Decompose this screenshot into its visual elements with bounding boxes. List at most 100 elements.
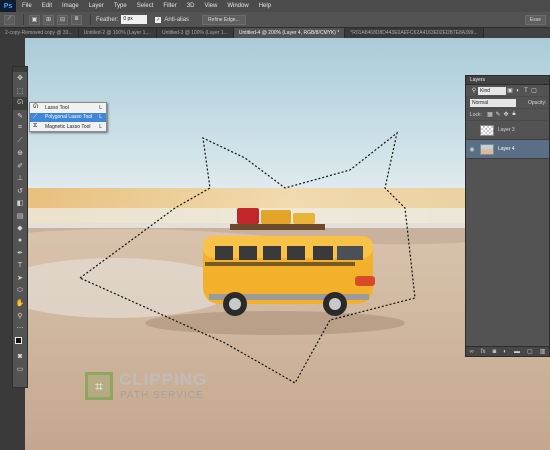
flyout-item-shortcut: L	[99, 104, 102, 111]
lock-transparent-icon[interactable]: ▦	[486, 111, 494, 118]
hand-tool-icon[interactable]: ✋	[13, 297, 27, 310]
menu-layer[interactable]: Layer	[89, 3, 104, 9]
menu-help[interactable]: Help	[259, 3, 271, 9]
layers-panel: Layers ⚲ Kind ▣ ◐ T ▢ Normal Opacity: Lo…	[465, 75, 550, 357]
flyout-item-polygonal-lasso[interactable]: ⟋ Polygonal Lasso Tool L	[30, 112, 106, 122]
crop-logo-icon: ⌗	[85, 372, 113, 400]
clone-stamp-tool-icon[interactable]: ⊥	[13, 172, 27, 185]
layers-blend-row: Normal Opacity:	[466, 97, 549, 109]
flyout-item-label: Lasso Tool	[45, 104, 69, 111]
polygonal-lasso-icon: ⟋	[33, 113, 38, 120]
watermark: ⌗ CLIPPING PATH SERVICE	[85, 370, 215, 406]
flyout-item-shortcut: L	[99, 114, 102, 121]
delete-layer-icon[interactable]: ▥	[540, 348, 546, 355]
options-divider	[90, 14, 91, 25]
add-mask-icon[interactable]: ◙	[493, 349, 497, 355]
layers-filter-row: ⚲ Kind ▣ ◐ T ▢	[466, 85, 549, 97]
menu-edit[interactable]: Edit	[42, 3, 52, 9]
lasso-tool-icon[interactable]: ᘏ	[13, 97, 27, 110]
layer-thumbnail	[480, 124, 494, 136]
blend-mode-dropdown[interactable]: Normal	[470, 98, 516, 107]
layer-thumbnail	[480, 143, 494, 155]
subtract-from-selection-icon[interactable]: ⊟	[57, 14, 68, 25]
doc-tab-active[interactable]: Untitled-4 @ 200% (Layer 4, RGB/8/CMYK) …	[233, 28, 346, 38]
eye-icon[interactable]: ◉	[466, 146, 478, 153]
quick-selection-tool-icon[interactable]: ✎	[13, 110, 27, 123]
pen-tool-icon[interactable]: ✒	[13, 247, 27, 260]
polygonal-lasso-preset-icon[interactable]: ⟋	[4, 14, 15, 25]
flyout-item-lasso[interactable]: ᘏ Lasso Tool L	[30, 103, 106, 113]
add-to-selection-icon[interactable]: ⊞	[43, 14, 54, 25]
eraser-tool-icon[interactable]: ◧	[13, 197, 27, 210]
lock-pixels-icon[interactable]: ✎	[494, 111, 502, 118]
menu-file[interactable]: File	[22, 3, 32, 9]
magnetic-lasso-icon: ⧖	[33, 123, 38, 130]
filter-kind-dropdown[interactable]: Kind	[478, 86, 506, 95]
shape-tool-icon[interactable]: ⬭	[13, 285, 27, 298]
type-tool-icon[interactable]: T	[13, 260, 27, 273]
lasso-tools-flyout: ᘏ Lasso Tool L ⟋ Polygonal Lasso Tool L …	[29, 102, 107, 132]
layer-style-icon[interactable]: fx	[481, 349, 486, 355]
menu-view[interactable]: View	[204, 3, 217, 9]
filter-adjustment-icon[interactable]: ◐	[514, 88, 522, 94]
doc-tab[interactable]: Untitled-2 @ 100% (Layer 1,...	[78, 28, 157, 38]
watermark-line2: PATH SERVICE	[120, 390, 204, 401]
feather-input[interactable]: 0 px	[121, 15, 148, 24]
new-layer-icon[interactable]: ▢	[527, 348, 533, 355]
move-tool-icon[interactable]: ✥	[13, 72, 27, 85]
lock-position-icon[interactable]: ✥	[502, 111, 510, 118]
quick-mask-icon[interactable]: ◙	[13, 351, 27, 364]
layer-name[interactable]: Layer 4	[498, 146, 515, 152]
dodge-tool-icon[interactable]: ●	[13, 235, 27, 248]
photoshop-logo: Ps	[0, 0, 16, 12]
history-brush-tool-icon[interactable]: ↺	[13, 185, 27, 198]
lock-all-icon[interactable]: 🔒︎	[510, 111, 518, 118]
flyout-item-magnetic-lasso[interactable]: ⧖ Magnetic Lasso Tool L	[30, 122, 106, 132]
adjustment-layer-icon[interactable]: ◐	[503, 349, 507, 355]
color-swatches[interactable]	[13, 335, 27, 351]
anti-alias-checkbox[interactable]: ✓	[155, 16, 162, 23]
document-tabs: 2-copy-Removed copy @ 33... Untitled-2 @…	[0, 28, 550, 38]
link-layers-icon[interactable]: ∞	[470, 349, 474, 355]
menu-image[interactable]: Image	[62, 3, 79, 9]
workspace-switcher[interactable]: Esse	[524, 15, 546, 25]
screen-mode-icon[interactable]: ▭	[13, 363, 27, 376]
doc-tab[interactable]: *R01A8468D8D443E0AEFC62A4163E02EDB7E8A39…	[345, 28, 484, 38]
blur-tool-icon[interactable]: ◆	[13, 222, 27, 235]
lasso-icon: ᘏ	[33, 104, 38, 111]
brush-tool-icon[interactable]: ✐	[13, 160, 27, 173]
menu-select[interactable]: Select	[137, 3, 154, 9]
menu-filter[interactable]: Filter	[163, 3, 176, 9]
menu-window[interactable]: Window	[227, 3, 248, 9]
menu-3d[interactable]: 3D	[187, 3, 195, 9]
new-group-icon[interactable]: ▬	[514, 349, 520, 355]
filter-type-icon[interactable]: T	[522, 88, 530, 94]
path-selection-tool-icon[interactable]: ➤	[13, 272, 27, 285]
layer-name[interactable]: Layer 3	[498, 127, 515, 133]
marquee-tool-icon[interactable]: ⬚	[13, 85, 27, 98]
lock-label: Lock:	[470, 111, 482, 118]
more-tools-icon[interactable]: ⋯	[13, 322, 27, 335]
doc-tab[interactable]: Untitled-3 @ 100% (Layer 1...	[156, 28, 234, 38]
gradient-tool-icon[interactable]: ▤	[13, 210, 27, 223]
flyout-item-label: Polygonal Lasso Tool	[45, 114, 93, 121]
feather-label: Feather:	[96, 16, 119, 23]
refine-edge-button[interactable]: Refine Edge...	[202, 14, 246, 25]
menu-type[interactable]: Type	[114, 3, 127, 9]
zoom-tool-icon[interactable]: ⚲	[13, 310, 27, 323]
healing-brush-tool-icon[interactable]: ⊕	[13, 147, 27, 160]
anti-alias-label: Anti-alias	[164, 16, 190, 23]
foreground-color[interactable]	[15, 336, 22, 344]
watermark-line1: CLIPPING	[119, 370, 208, 389]
layer-row-active[interactable]: ◉ Layer 4	[466, 140, 549, 159]
doc-tab[interactable]: 2-copy-Removed copy @ 33...	[0, 28, 79, 38]
new-selection-icon[interactable]: ▣	[29, 14, 40, 25]
eyedropper-tool-icon[interactable]: ⟋	[13, 135, 27, 148]
opacity-label: Opacity:	[528, 99, 547, 106]
filter-pixel-icon[interactable]: ▣	[506, 87, 514, 94]
intersect-selection-icon[interactable]: ⧈	[71, 14, 82, 25]
filter-shape-icon[interactable]: ▢	[530, 87, 538, 94]
crop-tool-icon[interactable]: ⌗	[13, 122, 27, 135]
layers-panel-title[interactable]: Layers	[466, 76, 549, 85]
layer-row[interactable]: Layer 3	[466, 121, 549, 140]
